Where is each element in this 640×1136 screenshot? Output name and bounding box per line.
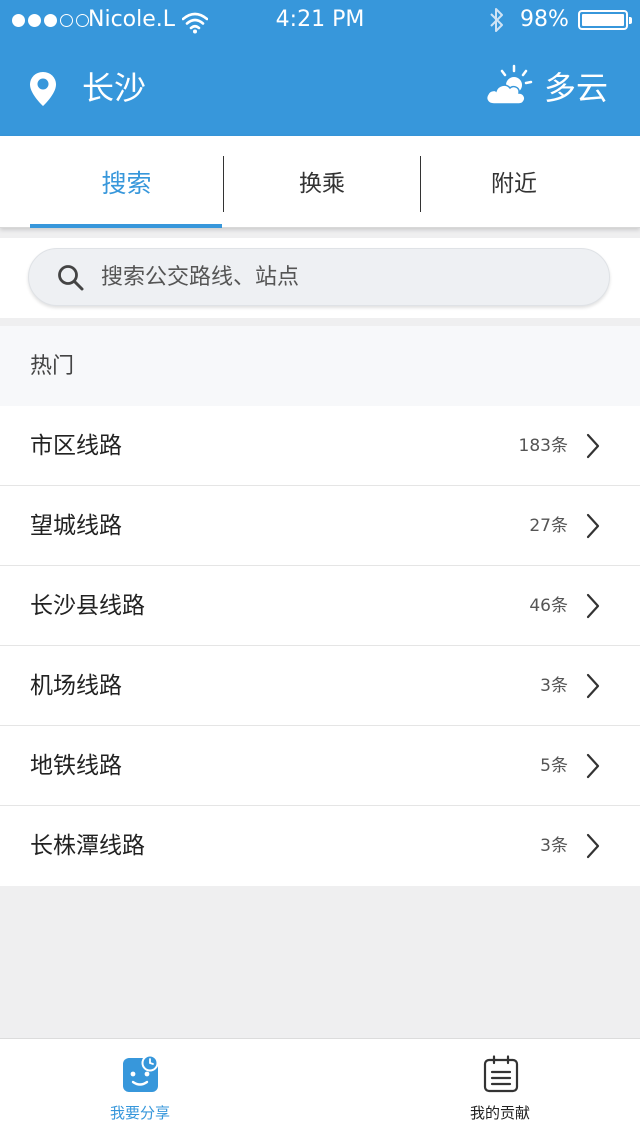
tab-transfer[interactable]: 换乘 bbox=[224, 136, 420, 228]
list-item-label: 机场线路 bbox=[30, 673, 122, 699]
list-item-label: 长沙县线路 bbox=[30, 593, 145, 619]
search-placeholder: 搜索公交路线、站点 bbox=[101, 265, 300, 290]
active-tab-indicator bbox=[30, 224, 222, 228]
battery-percent: 98% bbox=[520, 7, 569, 32]
list-item-count: 3条 bbox=[540, 836, 568, 856]
list-item-label: 地铁线路 bbox=[30, 753, 122, 779]
search-icon bbox=[57, 264, 85, 296]
tab-bar-top: 搜索 换乘 附近 bbox=[0, 136, 640, 228]
partly-cloudy-icon bbox=[484, 64, 534, 112]
list-item-label: 望城线路 bbox=[30, 513, 122, 539]
tab-contribution-label: 我的贡献 bbox=[469, 1104, 530, 1122]
chevron-right-icon bbox=[584, 832, 602, 864]
chevron-right-icon bbox=[584, 512, 602, 544]
share-face-icon bbox=[122, 1054, 160, 1097]
tab-share[interactable]: 我要分享 bbox=[40, 1039, 240, 1136]
chevron-right-icon bbox=[584, 432, 602, 464]
list-item-count: 46条 bbox=[529, 596, 568, 616]
list-item-urban-routes[interactable]: 市区线路 183条 bbox=[0, 406, 640, 486]
list-item-airport-routes[interactable]: 机场线路 3条 bbox=[0, 646, 640, 726]
current-city[interactable]: 长沙 bbox=[82, 68, 146, 108]
list-item-count: 27条 bbox=[529, 516, 568, 536]
hot-section-title: 热门 bbox=[30, 354, 75, 379]
list-item-count: 5条 bbox=[540, 756, 568, 776]
tab-share-label: 我要分享 bbox=[109, 1104, 170, 1122]
status-bar: Nicole.L 4:21 PM 98% bbox=[0, 0, 640, 40]
bottom-tab-bar: 我要分享 我的贡献 bbox=[0, 1038, 640, 1136]
chevron-right-icon bbox=[584, 752, 602, 784]
list-item-label: 长株潭线路 bbox=[30, 833, 145, 859]
list-item-changsha-county-routes[interactable]: 长沙县线路 46条 bbox=[0, 566, 640, 646]
list-item-count: 183条 bbox=[518, 436, 568, 456]
app-header: Nicole.L 4:21 PM 98% 长沙 多云 bbox=[0, 0, 640, 136]
list-item-wangcheng-routes[interactable]: 望城线路 27条 bbox=[0, 486, 640, 566]
tab-contribution[interactable]: 我的贡献 bbox=[400, 1039, 600, 1136]
list-item-czt-routes[interactable]: 长株潭线路 3条 bbox=[0, 806, 640, 886]
chevron-right-icon bbox=[584, 592, 602, 624]
bluetooth-icon bbox=[488, 6, 506, 48]
location-pin-icon[interactable] bbox=[28, 70, 58, 112]
hot-section-header: 热门 bbox=[0, 326, 640, 406]
tab-search[interactable]: 搜索 bbox=[30, 136, 223, 228]
notepad-icon bbox=[482, 1055, 520, 1097]
search-section: 搜索公交路线、站点 bbox=[0, 238, 640, 318]
list-item-count: 3条 bbox=[540, 676, 568, 696]
hot-routes-list: 市区线路 183条 望城线路 27条 长沙县线路 46条 机场线路 3条 地铁线… bbox=[0, 406, 640, 886]
list-item-metro-routes[interactable]: 地铁线路 5条 bbox=[0, 726, 640, 806]
tab-nearby[interactable]: 附近 bbox=[421, 136, 607, 228]
battery-icon bbox=[578, 10, 632, 30]
list-item-label: 市区线路 bbox=[30, 433, 122, 459]
chevron-right-icon bbox=[584, 672, 602, 704]
search-input[interactable]: 搜索公交路线、站点 bbox=[28, 248, 610, 306]
weather-text: 多云 bbox=[544, 69, 609, 107]
